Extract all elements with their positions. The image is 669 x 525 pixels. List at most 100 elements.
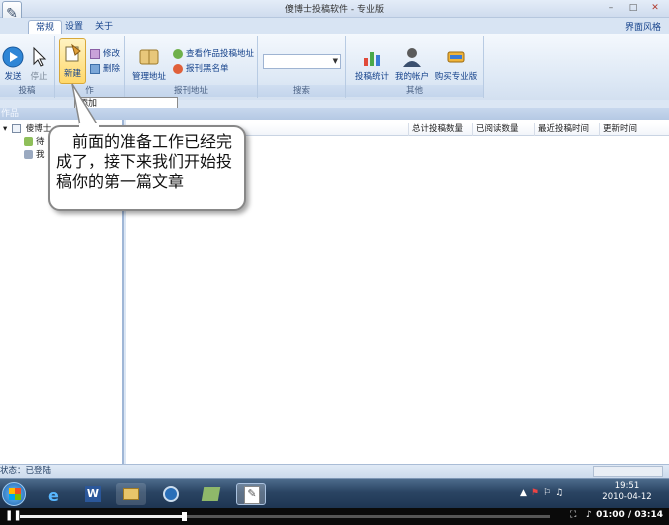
buy-pro-button[interactable]: 购买专业版 xyxy=(434,46,478,82)
group-journal-label: 报刊地址 xyxy=(125,85,257,97)
status-text: 状态：已登陆 xyxy=(0,466,52,476)
group-submit-label: 投稿 xyxy=(0,85,54,97)
blacklist-icon xyxy=(173,63,183,74)
app-icon xyxy=(201,487,221,501)
speech-bubble: 前面的准备工作已经完成了，接下来我们开始投稿你的第一篇文章 xyxy=(48,125,246,211)
new-button[interactable]: 新建 xyxy=(59,38,86,84)
group-search: ▼ 搜索 xyxy=(258,36,346,98)
flag-icon: ⚐ xyxy=(543,488,556,498)
edit-label: 修改 xyxy=(103,49,121,59)
maximize-button[interactable]: □ xyxy=(626,2,640,14)
search-dropdown[interactable]: ▼ xyxy=(263,54,341,69)
title-bar: 傻博士投稿软件 - 专业版 – □ ✕ xyxy=(0,0,669,18)
application-window: 傻博士投稿软件 - 专业版 – □ ✕ ✎ 常规 设置 关于 界面风格 发送 停… xyxy=(0,0,669,478)
column-header[interactable]: 更新时间 xyxy=(599,123,669,136)
tray-expand-icon[interactable]: ▲ xyxy=(520,488,531,498)
close-button[interactable]: ✕ xyxy=(648,2,662,14)
group-submit: 发送 停止 投稿 xyxy=(0,36,55,98)
windows-logo-icon xyxy=(9,488,21,500)
globe-icon xyxy=(173,48,183,59)
delete-button[interactable]: 删除 xyxy=(90,63,120,76)
tree-item[interactable]: 我 xyxy=(24,149,45,161)
system-tray[interactable]: ▲⚑⚐♫ xyxy=(520,488,590,500)
manage-address-label: 管理地址 xyxy=(131,72,166,82)
stop-button[interactable]: 停止 xyxy=(28,46,50,82)
cart-icon xyxy=(447,51,465,63)
status-progress xyxy=(593,466,663,477)
delete-label: 删除 xyxy=(103,64,121,74)
ie-taskbar-button[interactable]: e xyxy=(40,483,70,505)
group-other: 投稿统计 我的帐户 购买专业版 其他 xyxy=(346,36,484,98)
stats-label: 投稿统计 xyxy=(354,72,389,82)
column-header[interactable]: 最近投稿时间 xyxy=(534,123,599,136)
account-button[interactable]: 我的帐户 xyxy=(394,46,430,82)
new-label: 新建 xyxy=(64,69,82,79)
folder-icon xyxy=(24,150,33,159)
group-journal: 管理地址 查看作品投稿地址 报刊黑名单 报刊地址 xyxy=(125,36,258,98)
ui-style-menu[interactable]: 界面风格 xyxy=(625,20,661,33)
blacklist-label: 报刊黑名单 xyxy=(186,64,229,74)
chevron-down-icon: ▼ xyxy=(332,57,338,65)
bubble-tail xyxy=(71,83,100,128)
user-icon xyxy=(403,48,421,67)
stats-button[interactable]: 投稿统计 xyxy=(352,46,392,82)
ribbon: 发送 停止 投稿 作 修改 删除 管理地址 查看作品投稿地址 报刊黑名单 报刊地… xyxy=(0,34,669,100)
app-taskbar-button[interactable] xyxy=(196,483,226,505)
collapse-icon[interactable]: ▾ xyxy=(3,124,7,134)
play-icon xyxy=(2,46,24,68)
tree-root-label: 傻博士 xyxy=(25,124,52,134)
tab-settings[interactable]: 设置 xyxy=(58,20,90,34)
media-player-icon xyxy=(163,486,179,502)
column-header[interactable]: 总计投稿数量 xyxy=(408,123,472,136)
word-taskbar-button[interactable]: W xyxy=(78,483,108,505)
volume-icon[interactable]: ♪ xyxy=(586,510,592,520)
account-label: 我的帐户 xyxy=(394,72,429,82)
playback-time: 01:00 / 03:14 xyxy=(596,510,663,520)
group-other-label: 其他 xyxy=(346,85,483,97)
send-button[interactable]: 发送 xyxy=(2,46,24,82)
fullscreen-icon[interactable]: ⛶ xyxy=(570,510,576,520)
clock-date: 2010-04-12 xyxy=(602,492,652,502)
active-app-taskbar-button[interactable]: ✎ xyxy=(236,483,266,505)
seek-bar[interactable] xyxy=(20,512,550,521)
document-icon xyxy=(11,124,21,133)
start-button[interactable] xyxy=(2,482,26,506)
tree-item[interactable]: 待 xyxy=(24,136,45,148)
send-label: 发送 xyxy=(4,72,22,82)
network-icon: ⚑ xyxy=(530,488,543,498)
folder-icon xyxy=(123,488,139,500)
manage-address-button[interactable]: 管理地址 xyxy=(131,46,167,82)
internet-explorer-icon: e xyxy=(48,486,59,505)
seek-progress xyxy=(20,515,184,518)
seek-handle[interactable] xyxy=(181,512,187,521)
video-player-bar: ❚❚ ⛶ ♪ 01:00 / 03:14 xyxy=(0,508,669,525)
clock-time: 19:51 xyxy=(614,481,640,491)
blacklist-button[interactable]: 报刊黑名单 xyxy=(173,63,229,76)
volume-icon: ♫ xyxy=(555,488,568,498)
media-taskbar-button[interactable] xyxy=(156,483,186,505)
ribbon-tabs: 常规 设置 关于 界面风格 xyxy=(0,18,669,34)
delete-icon xyxy=(90,63,100,74)
tree-item-label: 我 xyxy=(36,150,45,160)
explorer-taskbar-button[interactable] xyxy=(116,483,146,505)
folder-icon xyxy=(24,137,33,146)
taskbar: e W ✎ ▲⚑⚐♫ 19:51 2010-04-12 xyxy=(0,478,669,508)
group-search-label: 搜索 xyxy=(258,85,345,97)
column-header[interactable]: 已阅读数量 xyxy=(472,123,534,136)
system-clock[interactable]: 19:51 2010-04-12 xyxy=(597,481,657,503)
bar-chart-icon xyxy=(364,52,380,66)
edit-button[interactable]: 修改 xyxy=(90,48,120,61)
minimize-button[interactable]: – xyxy=(604,2,618,14)
cursor-icon xyxy=(33,46,47,67)
tree-root[interactable]: ▾ 傻博士 xyxy=(3,123,51,135)
tab-general[interactable]: 常规 xyxy=(28,20,63,34)
new-document-icon xyxy=(65,43,81,62)
window-title: 傻博士投稿软件 - 专业版 xyxy=(285,5,384,15)
tab-about[interactable]: 关于 xyxy=(88,20,120,34)
view-addresses-label: 查看作品投稿地址 xyxy=(186,49,255,59)
book-icon xyxy=(139,49,159,65)
tree-item-label: 待 xyxy=(36,137,45,147)
notepad-icon: ✎ xyxy=(244,486,260,504)
stop-label: 停止 xyxy=(30,72,48,82)
view-addresses-button[interactable]: 查看作品投稿地址 xyxy=(173,48,254,61)
